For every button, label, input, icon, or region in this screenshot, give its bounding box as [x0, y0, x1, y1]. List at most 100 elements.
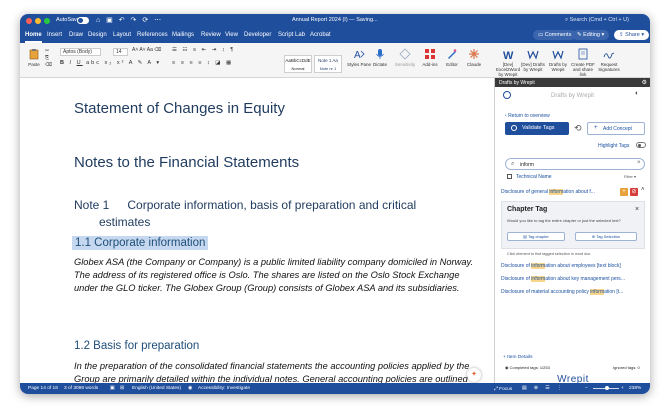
result-item-general-information[interactable]: Disclosure of general information about … [501, 189, 595, 195]
accessibility-status[interactable]: Accessibility: Investigate [198, 386, 250, 391]
tab-references[interactable]: References [137, 32, 168, 38]
font-grow-shrink-icons[interactable]: A˄ A˅ Aa ⌫ [132, 47, 161, 53]
editing-button[interactable]: ✎ Editing ▾ [572, 30, 610, 40]
tag-selection-button[interactable]: ⊕ Tag Selection [575, 232, 637, 241]
filter-dropdown[interactable]: Filter ▾ [624, 174, 636, 179]
language-status[interactable]: English (United States) [132, 386, 181, 391]
proofing-icon[interactable]: ▣ [110, 386, 115, 391]
zoom-in-icon[interactable]: + [621, 386, 624, 391]
addins-icon [425, 49, 435, 59]
claude-button[interactable]: Claude [462, 48, 486, 67]
tab-layout[interactable]: Layout [113, 32, 131, 38]
concept-search-input[interactable]: ⌕ inform [505, 158, 645, 170]
technical-name-checkbox[interactable] [507, 174, 512, 179]
panel-header: Drafts by Wrepit ⚙ [495, 78, 650, 87]
paragraph-icons[interactable]: ☰ ☷ ≡ ⇤ ⇥ ↕ ¶ [172, 47, 235, 53]
copilot-floating-icon[interactable]: ✦ [467, 368, 481, 382]
track-changes-icon[interactable]: ⊞ [120, 386, 124, 391]
accessibility-icon[interactable]: ◉ [188, 386, 192, 391]
quick-access-icons[interactable]: ⌂ ▣ ↶ ↷ ⟳ ⋯ [96, 16, 163, 24]
style-normal[interactable]: AaBbCcDdE Normal [284, 55, 312, 73]
sensitivity-button[interactable]: Sensitivity [393, 48, 417, 67]
create-pdf-button[interactable]: Create PDF and share link [571, 48, 595, 77]
paragraph-basis-for-preparation[interactable]: In the preparation of the consolidated f… [74, 360, 484, 383]
add-tag-icon[interactable]: + [620, 188, 628, 196]
addins-button[interactable]: Add-ins [418, 48, 442, 67]
autosave-toggle[interactable] [77, 17, 89, 24]
close-window-button[interactable] [26, 18, 32, 24]
page-count[interactable]: Page 14 of 18 [28, 386, 58, 391]
status-bar: Page 14 of 18 3 of 3098 words ▣ ⊞ Englis… [20, 383, 650, 394]
heading-1-2: 1.2 Basis for preparation [74, 340, 200, 352]
refresh-icon[interactable]: ⟲ [574, 123, 582, 134]
result-1-hl: inform [531, 263, 546, 269]
add-concept-label: Add Concept [603, 126, 632, 132]
excel2word-button[interactable]: W [Dev] Excel2Word by Wrepit [496, 48, 520, 77]
drafts-button[interactable]: Drafts by Wrepit [546, 48, 570, 72]
dev-drafts-button[interactable]: [Dev] Drafts by Wrepit [521, 48, 545, 72]
item-details-label: Item Details [507, 355, 533, 360]
word-window: AutoSave ⌂ ▣ ↶ ↷ ⟳ ⋯ Annual Report 2024 … [20, 14, 650, 394]
highlight-tags-label: Highlight Tags [598, 143, 630, 149]
panel-settings-icon[interactable]: ⚙ [642, 79, 647, 86]
dictate-label: Dictate [372, 62, 387, 67]
dictate-button[interactable]: Dictate [368, 48, 392, 67]
focus-button[interactable]: ⤢ Focus [494, 386, 512, 392]
clear-search-icon[interactable]: × [637, 160, 641, 166]
tab-insert[interactable]: Insert [47, 32, 62, 38]
view-mode-icons[interactable]: ▤ ⊕ ☰ ⋮ [522, 386, 565, 391]
chapter-tag-close-icon[interactable]: × [635, 206, 639, 213]
item-details-toggle[interactable]: + Item Details [503, 355, 532, 360]
style-note-nr-1[interactable]: Note 1 Aa Note nr 1 [314, 55, 342, 73]
paragraph-corporate-information[interactable]: Globex ASA (the Company or Company) is a… [74, 256, 484, 296]
zoom-level[interactable]: 238% [629, 386, 641, 391]
panel-header-title: Drafts by Wrepit [499, 80, 535, 86]
search-input[interactable]: ⌕ Search (Cmd + Ctrl + U) [565, 17, 629, 24]
tab-script-lab[interactable]: Script Lab [278, 32, 305, 38]
font-size-select[interactable]: 14 [113, 48, 128, 56]
paste-label: Paste [28, 62, 40, 67]
ignore-tag-icon[interactable]: ⊘ [630, 188, 638, 196]
style-normal-preview: AaBbCcDdE [285, 58, 311, 63]
panel-account-icon[interactable]: ◐ [635, 90, 639, 97]
font-name-select[interactable]: Aptos (Body) [60, 48, 101, 56]
result-item-accounting-policy[interactable]: Disclosure of material accounting policy… [501, 289, 623, 295]
return-to-overview-link[interactable]: ‹ Return to overview [505, 113, 550, 119]
concept-search-value: inform [520, 162, 534, 168]
paste-button[interactable]: Paste [22, 48, 46, 67]
clipboard-icons[interactable]: ✂ ⎘ ⌫ [45, 48, 52, 69]
tag-chapter-button[interactable]: ▤ Tag chapter [507, 232, 565, 241]
heading-1-1-selected[interactable]: 1.1 Corporate information [72, 236, 209, 250]
zoom-out-icon[interactable]: − [585, 386, 588, 391]
result-item-employees[interactable]: Disclosure of information about employee… [501, 263, 621, 269]
result-item-key-management[interactable]: Disclosure of information about key mana… [501, 276, 625, 282]
minimize-window-button[interactable] [35, 18, 41, 24]
comments-button[interactable]: ▭ Comments [533, 30, 577, 40]
tab-design[interactable]: Design [88, 32, 107, 38]
tab-view[interactable]: View [225, 32, 238, 38]
tab-developer[interactable]: Developer [244, 32, 271, 38]
request-signatures-button[interactable]: Request Signatures [597, 48, 621, 72]
collapse-chevron-icon[interactable]: ˄ [641, 187, 645, 193]
word-count[interactable]: 3 of 3098 words [64, 386, 98, 391]
maximize-window-button[interactable] [44, 18, 50, 24]
tab-mailings[interactable]: Mailings [172, 32, 194, 38]
tab-draw[interactable]: Draw [69, 32, 83, 38]
validate-tags-button[interactable]: Validate Tags [505, 122, 569, 135]
alignment-icons[interactable]: ≡ ≡ ≡ ≡ ↕ ◪ ▦ [172, 60, 233, 66]
document-canvas[interactable]: Statement of Changes in Equity Notes to … [20, 78, 494, 383]
drafts-side-panel: Drafts by Wrepit ⚙ Drafts by Wrepit ◐ ‹ … [494, 78, 650, 383]
tab-home[interactable]: Home [25, 32, 42, 43]
chapter-tag-description: Would you like to tag the entire chapter… [507, 218, 621, 223]
editor-button[interactable]: Editor [440, 48, 464, 67]
font-format-icons[interactable]: B I U abc x₂ x² A ✎ A ▾ [60, 60, 161, 66]
add-concept-button[interactable]: + Add Concept [587, 122, 645, 135]
svg-text:A: A [354, 50, 361, 60]
panel-title: Drafts by Wrepit [551, 93, 594, 99]
search-icon: ⌕ [511, 161, 515, 167]
share-button[interactable]: ⇪ Share ▾ [614, 30, 650, 40]
tab-acrobat[interactable]: Acrobat [310, 32, 331, 38]
highlight-tags-toggle[interactable] [636, 142, 646, 148]
tab-review[interactable]: Review [201, 32, 221, 38]
zoom-slider-thumb[interactable] [605, 386, 609, 390]
